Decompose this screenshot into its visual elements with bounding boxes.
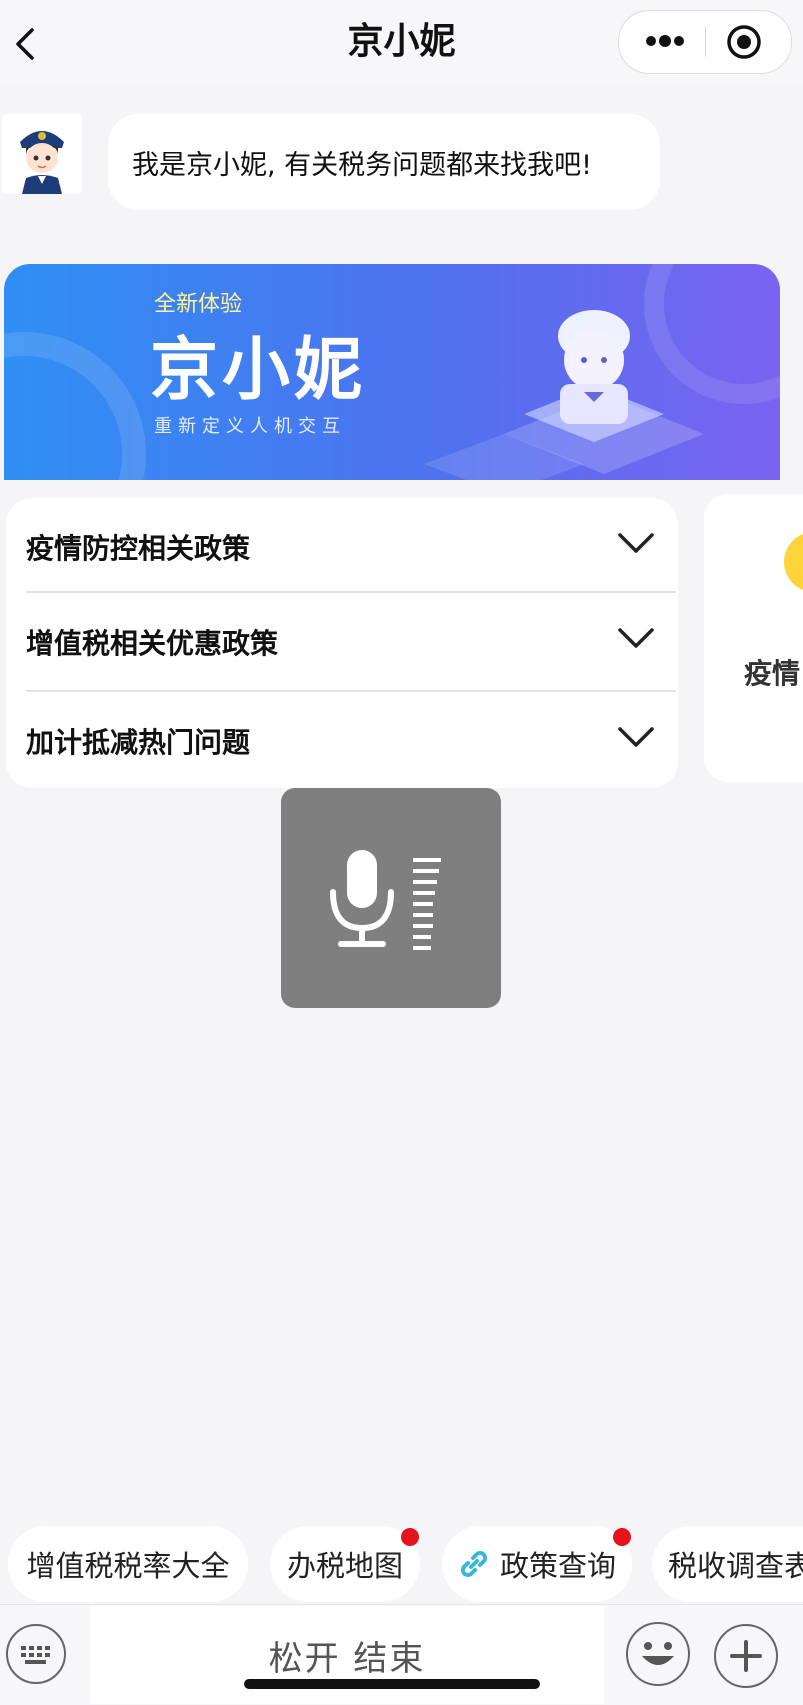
close-target-icon[interactable] [725,23,763,61]
topic-icon [784,532,803,592]
keyboard-icon[interactable] [6,1624,66,1684]
emoji-icon[interactable] [626,1622,690,1686]
voice-recording-overlay [281,788,501,1008]
chip-vat-rates[interactable]: 增值税税率大全 [8,1526,248,1602]
assistant-greeting-bubble: 我是京小妮, 有关税务问题都来找我吧! [108,114,660,210]
side-card-label: 疫情 [744,657,801,690]
faq-item-label: 增值税相关优惠政策 [26,627,279,660]
chevron-down-icon [616,625,656,651]
microphone-icon [330,850,441,950]
home-indicator [244,1679,540,1689]
assistant-avatar [2,114,82,194]
chip-label: 税收调查表 [668,1549,803,1583]
add-more-icon[interactable] [714,1624,778,1688]
hold-to-talk-button[interactable]: 松开 结束 [90,1606,604,1704]
mini-program-capsule [618,10,792,74]
link-icon [456,1546,492,1582]
hold-to-talk-label: 松开 结束 [268,1638,426,1679]
faq-item-deduction-questions[interactable]: 加计抵减热门问题 [26,692,676,790]
faq-item-epidemic-policy[interactable]: 疫情防控相关政策 [26,498,676,596]
chip-label: 增值税税率大全 [26,1549,230,1583]
promo-banner[interactable]: 全新体验 京小妮 重新定义人机交互 [4,264,780,480]
capsule-divider [705,27,706,57]
notification-badge [401,1528,419,1546]
banner-tagline: 重新定义人机交互 [154,416,346,437]
notification-badge [613,1528,631,1546]
chip-tax-map[interactable]: 办税地图 [270,1526,420,1602]
banner-title: 京小妮 [150,331,367,410]
chip-tax-survey[interactable]: 税收调查表 [652,1526,803,1602]
chip-label: 政策查询 [500,1549,617,1583]
side-topic-card[interactable]: 疫情 [704,494,803,782]
faq-card: 疫情防控相关政策 增值税相关优惠政策 加计抵减热门问题 [6,498,678,788]
faq-item-vat-preferential[interactable]: 增值税相关优惠政策 [26,593,676,691]
chip-policy-search[interactable]: 政策查询 [442,1526,632,1602]
chip-label: 办税地图 [286,1549,403,1583]
faq-item-label: 加计抵减热门问题 [26,726,251,759]
more-icon[interactable] [645,33,685,49]
chevron-down-icon [616,724,656,750]
chevron-down-icon [616,530,656,556]
greeting-text: 我是京小妮, 有关税务问题都来找我吧! [132,149,592,181]
faq-item-label: 疫情防控相关政策 [26,532,251,565]
